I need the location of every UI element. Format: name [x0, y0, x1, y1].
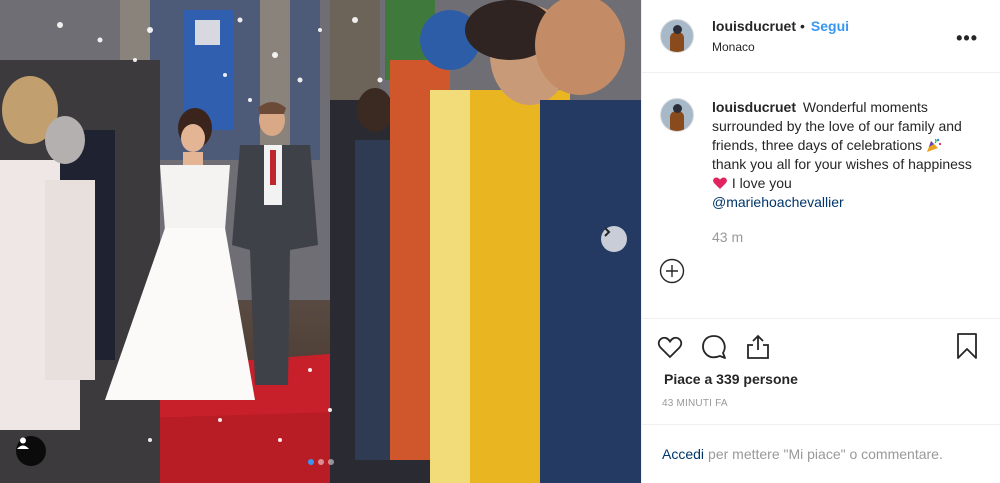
- tagged-users-button[interactable]: [16, 436, 46, 466]
- login-prompt-text: per mettere "Mi piace" o commentare.: [708, 446, 943, 462]
- mention-link[interactable]: @mariehoachevallier: [712, 194, 844, 210]
- next-slide-button[interactable]: [601, 226, 627, 252]
- post-author: louisducruet • Segui Monaco: [712, 18, 849, 54]
- caption-body: louisducruet Wonderful moments surrounde…: [712, 98, 974, 330]
- caption: louisducruet Wonderful moments surrounde…: [642, 73, 1000, 330]
- actions-section: Piace a 339 persone 43 MINUTI FA: [642, 318, 1000, 409]
- comment-icon[interactable]: [700, 333, 728, 361]
- user-tag-icon: [17, 437, 29, 449]
- caption-text-3: I love you: [731, 175, 792, 191]
- post-side-panel: louisducruet • Segui Monaco ••• louisduc…: [641, 0, 1000, 483]
- separator-dot: •: [800, 18, 805, 34]
- login-prompt: Accedi per mettere "Mi piace" o commenta…: [642, 424, 1000, 483]
- carousel-dot-active: [308, 459, 314, 465]
- post-timestamp: 43 MINUTI FA: [662, 398, 728, 409]
- bookmark-icon[interactable]: [953, 332, 981, 360]
- carousel-dot: [328, 459, 334, 465]
- more-options-icon[interactable]: •••: [956, 28, 978, 49]
- carousel-dots: [308, 459, 334, 465]
- caption-avatar[interactable]: [660, 98, 694, 132]
- carousel-dot: [318, 459, 324, 465]
- login-link[interactable]: Accedi: [662, 446, 704, 462]
- red-heart-icon: [713, 177, 727, 189]
- avatar[interactable]: [660, 19, 694, 53]
- wedding-photo-illustration: [0, 0, 641, 483]
- add-comment-icon[interactable]: [659, 258, 685, 284]
- location-link[interactable]: Monaco: [712, 40, 849, 54]
- heart-icon[interactable]: [656, 333, 684, 361]
- caption-text-2: thank you all for your wishes of happine…: [712, 156, 972, 172]
- caption-time: 43 m: [712, 229, 744, 245]
- share-icon[interactable]: [744, 333, 772, 361]
- post-photo[interactable]: [0, 0, 641, 483]
- caption-username[interactable]: louisducruet: [712, 99, 796, 115]
- chevron-right-icon: [604, 227, 611, 237]
- author-username[interactable]: louisducruet: [712, 18, 796, 34]
- party-popper-icon: [927, 138, 942, 152]
- post-header: louisducruet • Segui Monaco •••: [642, 0, 1000, 73]
- action-bar: [642, 319, 1000, 374]
- follow-button[interactable]: Segui: [811, 18, 849, 34]
